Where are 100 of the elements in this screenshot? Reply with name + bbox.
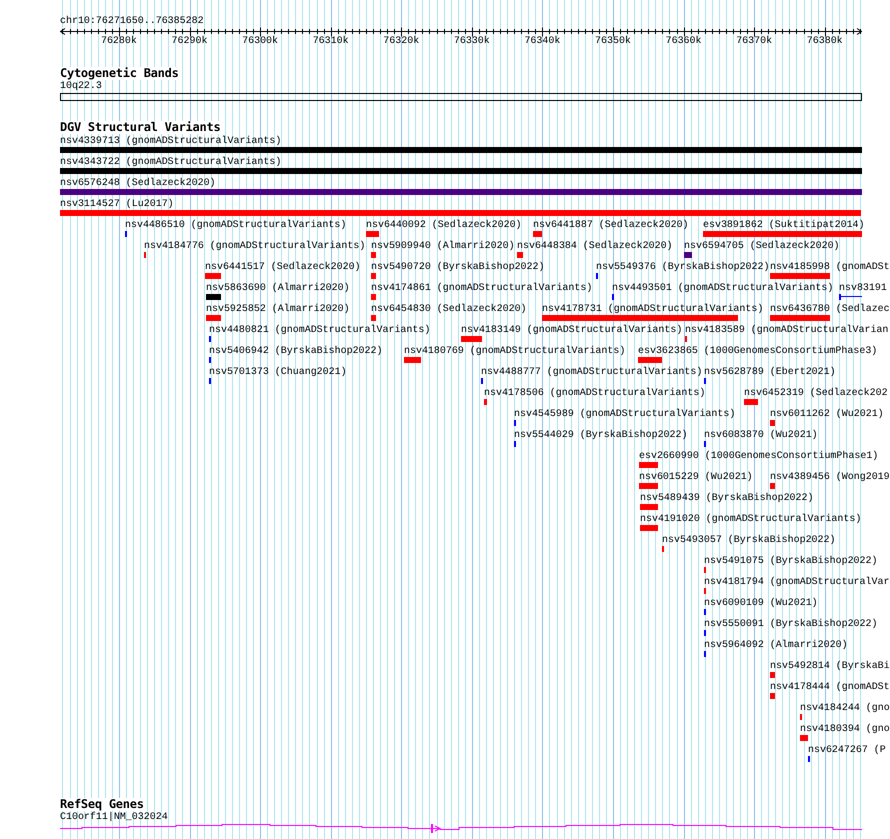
track-title: Cytogenetic Bands (60, 67, 179, 80)
variant-label: nsv5909940 (Almarri2020) (371, 240, 515, 251)
strand-arrow-icon (431, 824, 442, 833)
variant-bar[interactable] (770, 273, 830, 279)
variant-bar[interactable] (770, 672, 775, 678)
variant-label: nsv5964092 (Almarri2020) (704, 639, 848, 650)
variant-bar[interactable] (770, 315, 830, 321)
variant-label: nsv4486510 (gnomADStructuralVariants) (125, 219, 346, 230)
variant-label: nsv4181794 (gnomADStructuralVar (704, 576, 890, 587)
ruler-tick-label: 76300k (242, 35, 278, 46)
variant-label: nsv5544029 (ByrskaBishop2022) (514, 429, 688, 440)
ruler-tick-label: 76380k (806, 35, 843, 46)
gene-model[interactable] (60, 824, 862, 830)
variant-label: nsv5701373 (Chuang2021) (209, 366, 347, 377)
gene-label: C10orf11|NM_032024 (60, 811, 168, 822)
variant-label: nsv4488777 (gnomADStructuralVariants) (481, 366, 702, 377)
variant-label: nsv5406942 (ByrskaBishop2022) (209, 345, 382, 356)
variant-label: nsv5549376 (ByrskaBishop2022) (596, 261, 770, 272)
variant-label: nsv5925852 (Almarri2020) (206, 303, 350, 314)
variant-bar[interactable] (703, 231, 862, 237)
variant-bar[interactable] (206, 294, 221, 300)
variant-label: nsv4339713 (gnomADStructuralVariants) (60, 135, 282, 146)
variant-bar[interactable] (770, 693, 775, 699)
ruler-tick-label: 76360k (666, 35, 702, 46)
variant-bar[interactable] (371, 315, 376, 321)
variant-bar[interactable] (206, 315, 221, 321)
variant-bar[interactable] (770, 420, 775, 426)
variant-bar[interactable] (404, 357, 421, 363)
variant-bar[interactable] (684, 252, 692, 258)
variant-bar[interactable] (770, 483, 775, 489)
variant-label: nsv4545989 (gnomADStructuralVariants) (514, 408, 736, 419)
variant-bar[interactable] (533, 231, 542, 237)
ruler-tick-label: 76350k (595, 35, 631, 46)
variant-label: nsv4183149 (gnomADStructuralVariants) (461, 324, 682, 335)
variant-label: nsv6454830 (Sedlazeck2020) (371, 303, 527, 314)
variant-label: nsv6436780 (Sedlazec (770, 303, 890, 314)
variant-label: nsv5628789 (Ebert2021) (704, 366, 836, 377)
variant-label: nsv5491075 (ByrskaBishop2022) (704, 555, 878, 566)
track-title: DGV Structural Variants (60, 121, 220, 134)
variant-label: nsv3114527 (Lu2017) (60, 198, 174, 209)
variant-label: nsv5490720 (ByrskaBishop2022) (371, 261, 544, 272)
ruler-tick-label: 76310k (312, 35, 349, 46)
variant-bar[interactable] (60, 210, 861, 216)
variant-label: esv2660990 (1000GenomesConsortiumPhase1) (639, 450, 878, 461)
ruler-tick-label: 76330k (454, 35, 490, 46)
variant-label: nsv4191020 (gnomADStructuralVariants) (640, 513, 862, 524)
variant-label: nsv5493057 (ByrskaBishop2022) (662, 534, 836, 545)
cytoband-label: 10q22.3 (60, 80, 102, 91)
variant-bar[interactable] (60, 147, 862, 153)
variant-label: esv3891862 (Suktitipat2014) (703, 219, 865, 230)
variant-bar[interactable] (638, 357, 662, 363)
variant-line[interactable] (839, 294, 862, 300)
variant-label: nsv4174861 (gnomADStructuralVariants) (371, 282, 592, 293)
variant-bar[interactable] (800, 735, 808, 741)
variant-label: nsv4178731 (gnomADStructuralVariants) (542, 303, 764, 314)
ruler-tick-label: 76290k (172, 35, 208, 46)
variant-bar[interactable] (371, 294, 376, 300)
track-title: RefSeq Genes (60, 798, 144, 811)
location-label: chr10:76271650..76385282 (60, 15, 204, 27)
variant-bar[interactable] (366, 231, 379, 237)
variant-label: nsv83191 (839, 282, 887, 293)
variant-label: nsv6083870 (Wu2021) (704, 429, 818, 440)
variant-label: nsv4184776 (gnomADStructuralVariants) (144, 240, 366, 251)
variant-bar[interactable] (371, 273, 376, 279)
variant-bar[interactable] (205, 273, 221, 279)
variant-bar[interactable] (640, 504, 658, 510)
variant-bar[interactable] (744, 399, 758, 405)
variant-label: nsv5863690 (Almarri2020) (206, 282, 350, 293)
ruler-tick-label: 76320k (383, 35, 420, 46)
variant-label: nsv6448384 (Sedlazeck2020) (517, 240, 673, 251)
ruler-tick-label: 76340k (524, 35, 560, 46)
variant-label: nsv6576248 (Sedlazeck2020) (60, 177, 216, 188)
variant-label: nsv4343722 (gnomADStructuralVariants) (60, 156, 282, 167)
variant-label: nsv4183589 (gnomADStructuralVarian (685, 324, 888, 335)
variant-label: nsv4178506 (gnomADStructuralVariants) (484, 387, 706, 398)
variant-bar[interactable] (517, 252, 523, 258)
variant-label: nsv6594705 (Sedlazeck2020) (684, 240, 840, 251)
variant-bar[interactable] (640, 525, 658, 531)
variant-bar[interactable] (60, 189, 862, 195)
variant-label: nsv6015229 (Wu2021) (639, 471, 753, 482)
variant-label: nsv6247267 (P (808, 744, 886, 755)
variant-bar[interactable] (484, 399, 487, 405)
variant-bar[interactable] (60, 168, 862, 174)
variant-label: nsv6011262 (Wu2021) (770, 408, 884, 419)
variant-label: nsv4180394 (gno (800, 723, 890, 734)
variant-label: nsv4178444 (gnomADSt (770, 681, 890, 692)
variant-label: nsv4389456 (Wong2019 (770, 471, 890, 482)
variant-label: nsv5550091 (ByrskaBishop2022) (704, 618, 878, 629)
ruler-tick-label: 76280k (100, 35, 137, 46)
variant-label: nsv6440092 (Sedlazeck2020) (366, 219, 522, 230)
variant-label: nsv4180769 (gnomADStructuralVariants) (404, 345, 626, 356)
variant-label: nsv4493501 (gnomADStructuralVariants) (612, 282, 834, 293)
variant-bar[interactable] (461, 336, 482, 342)
variant-bar[interactable] (639, 462, 658, 468)
ruler-tick-label: 76370k (736, 35, 772, 46)
variant-label: nsv6090109 (Wu2021) (704, 597, 818, 608)
variant-bar[interactable] (639, 483, 658, 489)
variant-bar[interactable] (542, 315, 738, 321)
variant-label: nsv4184244 (gno (800, 702, 890, 713)
variant-bar[interactable] (371, 252, 376, 258)
